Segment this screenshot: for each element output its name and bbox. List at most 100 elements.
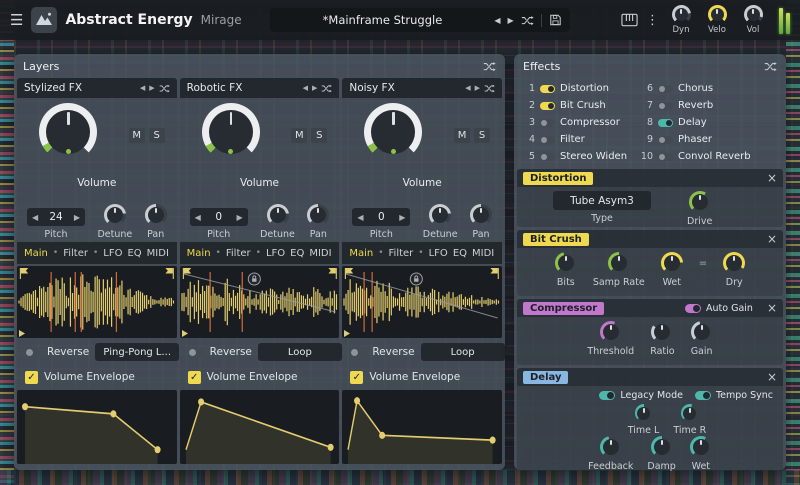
solo-button[interactable]: S <box>311 128 327 143</box>
effect-slot-compressor[interactable]: 3Compressor <box>522 115 640 130</box>
dyn-knob[interactable] <box>672 5 691 24</box>
tab-lfo[interactable]: LFO <box>103 248 122 259</box>
envelope-point[interactable] <box>380 432 386 439</box>
samp-rate-knob[interactable] <box>608 252 630 274</box>
effect-slot-bitcrush[interactable]: 2Bit Crush <box>522 98 640 113</box>
tab-midi[interactable]: MIDI <box>309 248 331 259</box>
envelope-point[interactable] <box>354 397 360 404</box>
tempo-sync-toggle[interactable] <box>695 391 711 400</box>
playhead-marker[interactable] <box>19 330 25 337</box>
loop-start-flag[interactable] <box>20 268 28 279</box>
overflow-menu-icon[interactable]: ⋮ <box>646 14 659 27</box>
tab-lfo[interactable]: LFO <box>429 248 448 259</box>
detune-knob[interactable] <box>429 204 451 226</box>
pan-knob[interactable] <box>307 204 329 226</box>
tab-eq[interactable]: EQ <box>453 248 467 259</box>
compressor-chip[interactable]: Compressor <box>523 302 604 315</box>
volume-knob[interactable] <box>364 103 422 161</box>
preset-name[interactable]: *Mainframe Struggle <box>278 13 488 27</box>
gain-knob[interactable] <box>691 321 713 343</box>
loop-mode-select[interactable]: Loop <box>421 343 505 361</box>
tab-midi[interactable]: MIDI <box>147 248 169 259</box>
ratio-knob[interactable] <box>651 321 673 343</box>
keyboard-icon[interactable] <box>621 13 638 27</box>
time-r-knob[interactable] <box>681 404 699 422</box>
delay-close-button[interactable]: × <box>767 371 777 383</box>
mute-button[interactable]: M <box>291 128 307 143</box>
playhead-marker[interactable] <box>182 330 188 337</box>
preset-shuffle-icon[interactable] <box>521 14 534 26</box>
effect-slot-phaser[interactable]: 9Phaser <box>640 132 778 147</box>
dry-knob[interactable] <box>723 252 745 274</box>
pitch-decrement[interactable]: ◀ <box>32 213 38 222</box>
tab-main[interactable]: Main <box>349 248 373 259</box>
tab-midi[interactable]: MIDI <box>472 248 494 259</box>
pitch-stepper[interactable]: ◀ 0 ▶ <box>190 208 248 226</box>
threshold-knob[interactable] <box>600 321 622 343</box>
reverse-toggle[interactable] <box>188 348 204 357</box>
detune-knob[interactable] <box>267 204 289 226</box>
loop-mode-select[interactable]: Ping-Pong L... <box>95 343 179 361</box>
drive-knob[interactable] <box>689 191 711 213</box>
slice-markers[interactable] <box>51 272 116 332</box>
wet-knob[interactable] <box>690 436 712 458</box>
playhead-marker[interactable] <box>344 330 350 337</box>
layer-shuffle-icon[interactable] <box>484 83 495 93</box>
detune-knob[interactable] <box>104 204 126 226</box>
tab-main[interactable]: Main <box>24 248 48 259</box>
tab-filter[interactable]: Filter <box>389 248 414 259</box>
tab-main[interactable]: Main <box>187 248 211 259</box>
waveform-display[interactable] <box>180 266 340 338</box>
solo-button[interactable]: S <box>474 128 490 143</box>
layer-prev-button[interactable]: ◀ <box>465 84 470 92</box>
loop-end-flag[interactable] <box>328 268 336 279</box>
layer-next-button[interactable]: ▶ <box>475 84 480 92</box>
legacy-mode-toggle[interactable] <box>599 391 615 400</box>
distortion-close-button[interactable]: × <box>767 172 777 184</box>
effect-slot-reverb[interactable]: 7Reverb <box>640 98 778 113</box>
tab-filter[interactable]: Filter <box>63 248 88 259</box>
mute-button[interactable]: M <box>129 128 145 143</box>
wet-dry-link-icon[interactable]: = <box>699 258 707 269</box>
auto-gain-toggle[interactable] <box>685 304 701 313</box>
distortion-type-select[interactable]: Tube Asym3 <box>553 191 651 210</box>
pitch-stepper[interactable]: ◀ 24 ▶ <box>27 208 85 226</box>
effect-slot-filter[interactable]: 4Filter <box>522 132 640 147</box>
preset-next-button[interactable]: ▶ <box>507 16 513 25</box>
pitch-increment[interactable]: ▶ <box>237 213 243 222</box>
loop-start-flag[interactable] <box>346 268 354 279</box>
layer-next-button[interactable]: ▶ <box>312 84 317 92</box>
envelope-point[interactable] <box>110 410 116 417</box>
envelope-editor[interactable] <box>17 390 177 464</box>
layer-shuffle-icon[interactable] <box>159 83 170 93</box>
compressor-close-button[interactable]: × <box>767 302 777 314</box>
hamburger-menu-icon[interactable]: ☰ <box>10 13 23 28</box>
layer-next-button[interactable]: ▶ <box>149 84 154 92</box>
pitch-decrement[interactable]: ◀ <box>195 213 201 222</box>
pan-knob[interactable] <box>470 204 492 226</box>
bitcrush-close-button[interactable]: × <box>767 233 777 245</box>
delay-chip[interactable]: Delay <box>523 371 568 384</box>
effect-enable-toggle[interactable] <box>658 85 673 93</box>
waveform-display[interactable] <box>342 266 502 338</box>
solo-button[interactable]: S <box>149 128 165 143</box>
volume-knob[interactable] <box>202 103 260 161</box>
layer-prev-button[interactable]: ◀ <box>303 84 308 92</box>
envelope-editor[interactable] <box>180 390 340 464</box>
tab-eq[interactable]: EQ <box>127 248 141 259</box>
pitch-increment[interactable]: ▶ <box>74 213 80 222</box>
pitch-stepper[interactable]: ◀ 0 ▶ <box>352 208 410 226</box>
loop-end-flag[interactable] <box>491 268 499 279</box>
loop-end-flag[interactable] <box>165 268 173 279</box>
effect-enable-toggle[interactable] <box>540 102 555 110</box>
effect-enable-toggle[interactable] <box>658 136 673 144</box>
effect-enable-toggle[interactable] <box>540 136 555 144</box>
envelope-editor[interactable] <box>342 390 502 464</box>
envelope-checkbox[interactable]: ✓ <box>188 371 201 384</box>
envelope-checkbox[interactable]: ✓ <box>350 371 363 384</box>
mute-button[interactable]: M <box>454 128 470 143</box>
tab-eq[interactable]: EQ <box>290 248 304 259</box>
envelope-point[interactable] <box>490 437 496 444</box>
tab-filter[interactable]: Filter <box>226 248 251 259</box>
effect-slot-chorus[interactable]: 6Chorus <box>640 81 778 96</box>
